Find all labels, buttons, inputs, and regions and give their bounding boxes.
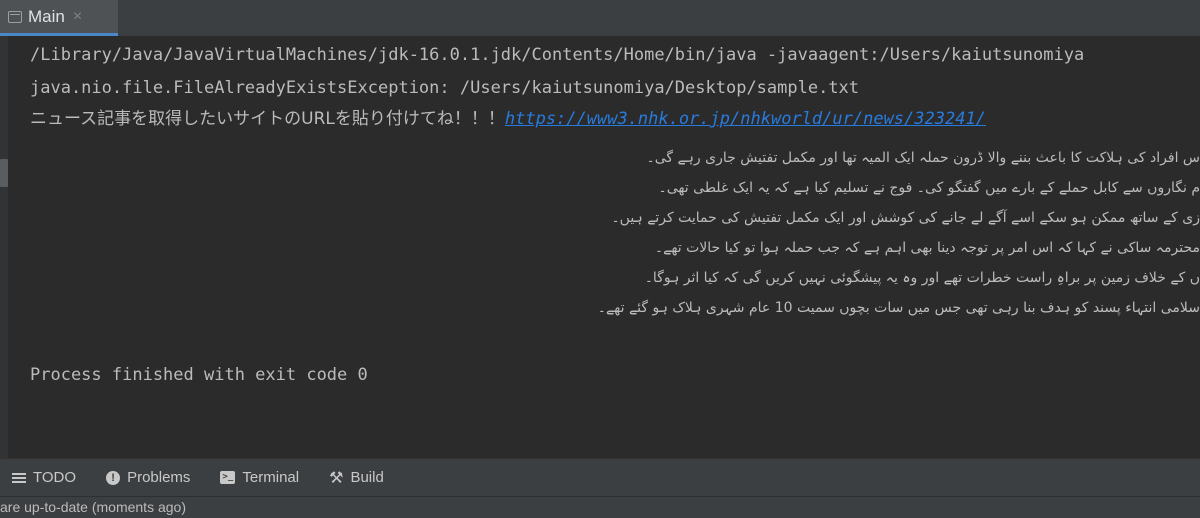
- console-line-urdu-4: محترمہ ساکی نے کہا کہ اس امر پر توجہ دین…: [654, 240, 1200, 256]
- tool-window-bar: TODO ! Problems >_ Terminal ⚒ Build: [0, 458, 1200, 496]
- gutter-marker: [0, 159, 8, 187]
- terminal-tool-button[interactable]: >_ Terminal: [220, 469, 299, 486]
- list-icon: [12, 472, 26, 483]
- todo-tool-button[interactable]: TODO: [12, 469, 76, 486]
- close-icon[interactable]: ×: [73, 8, 82, 26]
- problems-label: Problems: [127, 469, 191, 486]
- prompt-text: ニュース記事を取得したいサイトのURLを貼り付けてね！！！: [30, 109, 505, 129]
- status-message[interactable]: are up-to-date (moments ago): [0, 499, 186, 515]
- tool-window-tabbar: Main ×: [0, 0, 1200, 36]
- build-label: Build: [350, 469, 384, 486]
- tab-main[interactable]: Main ×: [0, 0, 118, 36]
- console-line-exit: Process finished with exit code 0: [30, 365, 368, 385]
- console-line-urdu-6: سلامی انتہاء پسند کو ہدف بنا رہی تھی جس …: [597, 300, 1200, 316]
- hammer-icon: ⚒: [329, 469, 344, 487]
- todo-label: TODO: [33, 469, 77, 486]
- console-gutter: [0, 36, 8, 458]
- terminal-label: Terminal: [242, 469, 300, 486]
- problems-tool-button[interactable]: ! Problems: [106, 469, 190, 486]
- news-url-link[interactable]: https://www3.nhk.or.jp/nhkworld/ur/news/…: [505, 109, 986, 129]
- console-output[interactable]: /Library/Java/JavaVirtualMachines/jdk-16…: [8, 36, 1200, 458]
- console-line-urdu-3: زی کے ساتھ ممکن ہو سکے اسے آگے لے جانے ک…: [611, 210, 1200, 226]
- problems-icon: !: [106, 470, 121, 485]
- tab-main-label: Main: [28, 6, 65, 26]
- status-bar: are up-to-date (moments ago): [0, 496, 1200, 518]
- console-line-command: /Library/Java/JavaVirtualMachines/jdk-16…: [30, 45, 1085, 65]
- console-line-urdu-5: ں کے خلاف زمین پر براہِ راست خطرات تھے ا…: [644, 270, 1200, 286]
- console-line-prompt: ニュース記事を取得したいサイトのURLを貼り付けてね！！！https://www…: [30, 104, 986, 134]
- console-line-exception: java.nio.file.FileAlreadyExistsException…: [30, 78, 860, 98]
- terminal-icon: >_: [220, 471, 236, 484]
- console-line-urdu-2: م نگاروں سے کابل حملے کے بارے میں گفتگو …: [658, 180, 1200, 196]
- console-line-urdu-1: س افراد کی ہلاکت کا باعث بننے والا ڈرون …: [646, 150, 1200, 166]
- build-tool-button[interactable]: ⚒ Build: [329, 468, 384, 488]
- console-window-icon: [8, 10, 22, 23]
